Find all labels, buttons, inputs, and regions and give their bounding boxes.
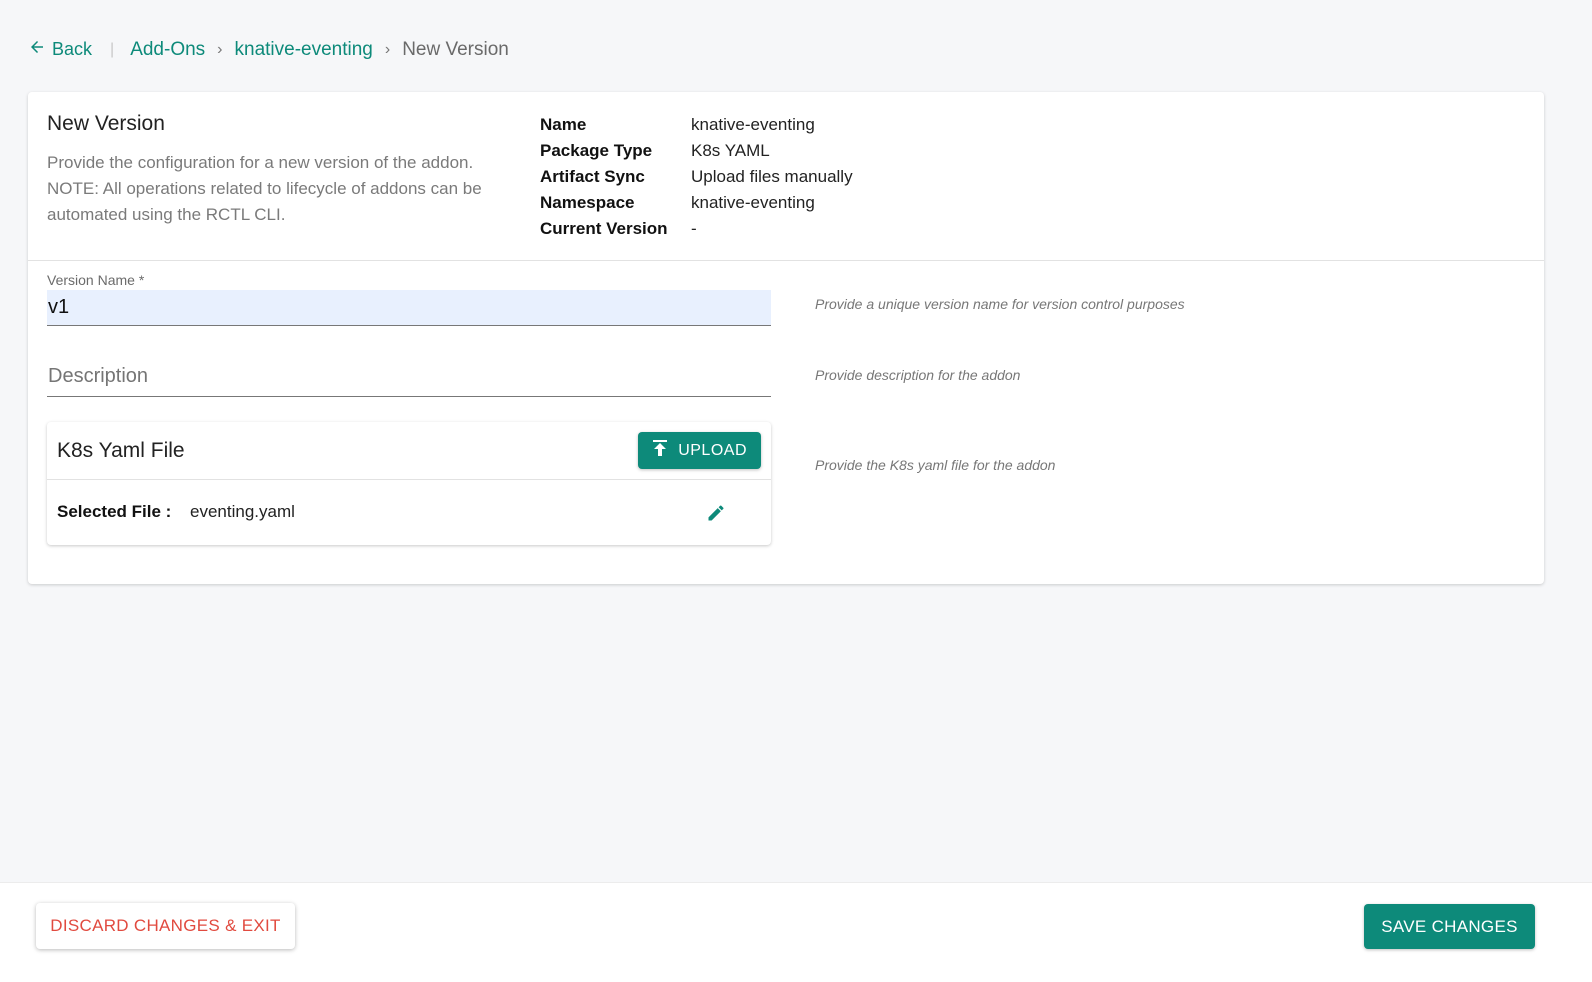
discard-button[interactable]: DISCARD CHANGES & EXIT	[36, 903, 295, 949]
page-description: Provide the configuration for a new vers…	[47, 153, 482, 224]
selected-file-row: Selected File : eventing.yaml	[47, 480, 771, 544]
version-name-input[interactable]	[47, 290, 771, 326]
info-value: K8s YAML	[691, 141, 770, 160]
breadcrumb-separator-icon: ›	[384, 41, 391, 58]
upload-button[interactable]: UPLOAD	[638, 432, 761, 469]
info-value: knative-eventing	[691, 115, 815, 134]
selected-file-name: eventing.yaml	[190, 502, 295, 521]
description-hint: Provide description for the addon	[815, 367, 1021, 383]
info-value: knative-eventing	[691, 193, 815, 212]
edit-file-button[interactable]	[703, 502, 729, 528]
version-name-field: Version Name *	[47, 272, 771, 326]
info-label: Name	[540, 115, 587, 134]
info-label: Current Version	[540, 219, 668, 238]
yaml-file-hint: Provide the K8s yaml file for the addon	[815, 457, 1056, 473]
yaml-file-card: K8s Yaml File UPLOAD Selected File : eve…	[47, 422, 771, 545]
description-field	[47, 357, 771, 397]
addon-info: Name knative-eventing Package Type K8s Y…	[540, 112, 853, 242]
info-row-namespace: Namespace knative-eventing	[540, 190, 853, 216]
info-row-artifact-sync: Artifact Sync Upload files manually	[540, 164, 853, 190]
version-name-label: Version Name *	[47, 272, 145, 288]
info-row-name: Name knative-eventing	[540, 112, 853, 138]
save-button[interactable]: SAVE CHANGES	[1364, 904, 1535, 949]
info-label: Artifact Sync	[540, 167, 645, 186]
pencil-icon	[706, 503, 726, 528]
header-intro: New Version Provide the configuration fo…	[47, 112, 507, 228]
yaml-file-header: K8s Yaml File UPLOAD	[47, 422, 771, 480]
info-label: Package Type	[540, 141, 653, 160]
footer-bar: DISCARD CHANGES & EXIT SAVE CHANGES	[0, 882, 1592, 982]
breadcrumb-addons[interactable]: Add-Ons	[130, 39, 205, 61]
back-label: Back	[52, 38, 93, 59]
page-title: New Version	[47, 112, 165, 135]
upload-icon	[652, 439, 668, 462]
back-button[interactable]: Back	[28, 38, 92, 61]
new-version-card: New Version Provide the configuration fo…	[28, 92, 1544, 584]
info-row-package-type: Package Type K8s YAML	[540, 138, 853, 164]
yaml-file-title: K8s Yaml File	[57, 438, 185, 462]
description-input[interactable]	[47, 357, 771, 397]
selected-file-label: Selected File :	[57, 502, 172, 521]
breadcrumb-addon-name[interactable]: knative-eventing	[235, 39, 373, 61]
info-value: -	[691, 219, 697, 238]
card-header: New Version Provide the configuration fo…	[28, 92, 1544, 261]
arrow-left-icon	[28, 38, 46, 61]
breadcrumb-divider: |	[110, 41, 115, 58]
info-value: Upload files manually	[691, 167, 853, 186]
breadcrumb-current: New Version	[402, 39, 509, 60]
breadcrumb-bar: Back | Add-Ons › knative-eventing › New …	[0, 0, 1592, 100]
info-label: Namespace	[540, 193, 635, 212]
breadcrumb-separator-icon: ›	[217, 41, 223, 58]
version-name-hint: Provide a unique version name for versio…	[815, 296, 1185, 312]
upload-label: UPLOAD	[678, 441, 747, 459]
info-row-current-version: Current Version -	[540, 216, 853, 242]
